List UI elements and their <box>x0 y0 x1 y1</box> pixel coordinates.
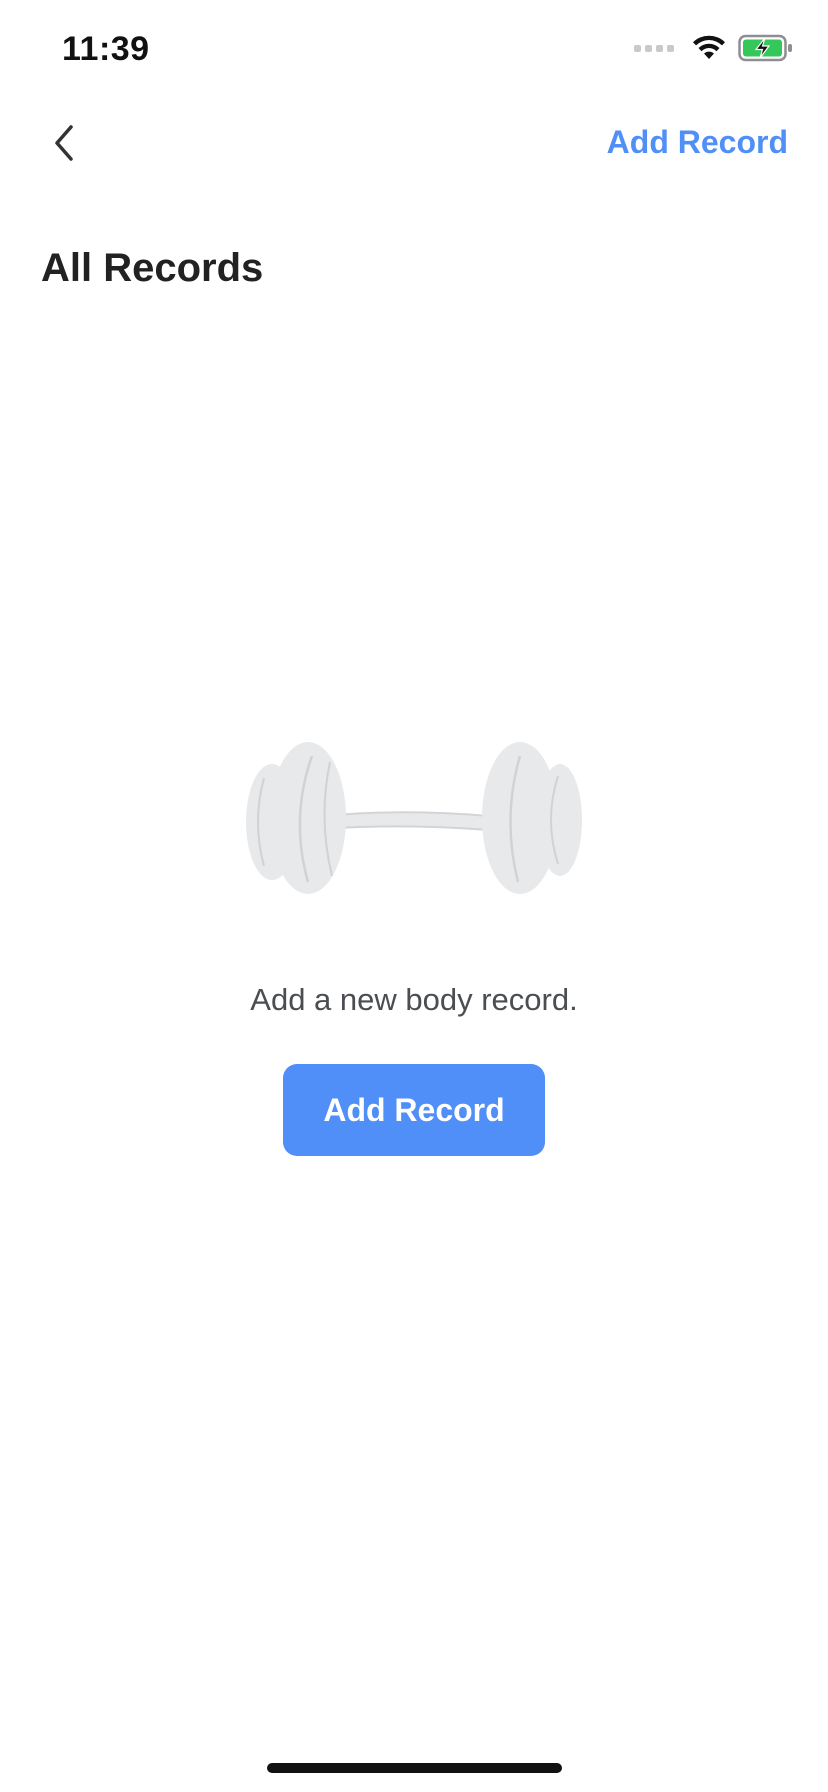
empty-state-message: Add a new body record. <box>250 982 578 1017</box>
add-record-button[interactable]: Add Record <box>283 1064 545 1156</box>
screen: 11:39 Add Record All Records Add a new b… <box>0 0 828 1792</box>
status-icons <box>634 34 794 62</box>
home-indicator <box>267 1763 562 1773</box>
battery-charging-icon <box>738 34 792 62</box>
add-record-nav-button[interactable]: Add Record <box>607 124 788 161</box>
cellular-signal-icon <box>634 44 674 52</box>
dumbbell-icon <box>246 742 582 894</box>
navigation-bar: Add Record <box>0 100 828 190</box>
status-bar: 11:39 <box>0 0 828 100</box>
status-time: 11:39 <box>62 30 150 68</box>
page-title: All Records <box>41 246 264 290</box>
back-button[interactable] <box>40 118 90 168</box>
chevron-left-icon <box>55 125 73 161</box>
wifi-icon <box>693 35 725 59</box>
